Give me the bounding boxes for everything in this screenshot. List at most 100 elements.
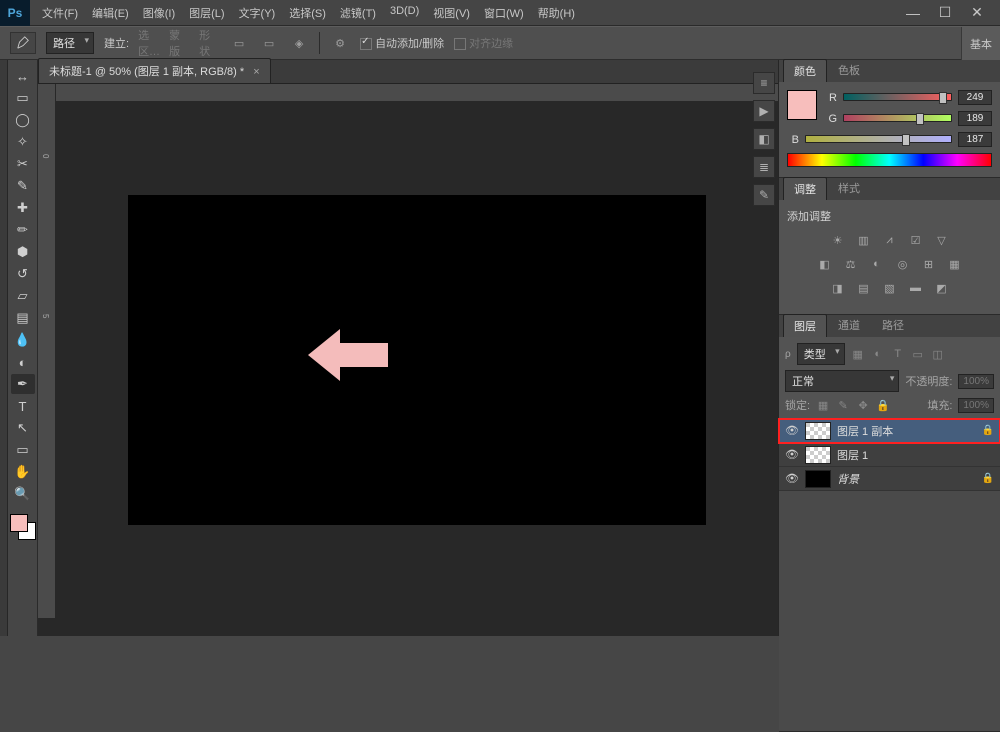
filter-smart-icon[interactable]: ◫ [931, 347, 945, 361]
blur-tool[interactable]: 💧 [11, 330, 35, 350]
make-selection-button[interactable]: 选区… [139, 34, 159, 52]
menu-window[interactable]: 窗口(W) [478, 1, 530, 25]
type-tool[interactable]: T [11, 396, 35, 416]
g-slider[interactable] [843, 114, 952, 124]
tab-channels[interactable]: 通道 [827, 313, 871, 337]
lock-transparent-icon[interactable]: ▦ [816, 398, 830, 412]
tab-swatches[interactable]: 色板 [827, 58, 871, 82]
collapsed-panel-icon[interactable]: ≡ [753, 72, 775, 94]
make-mask-button[interactable]: 蒙版 [169, 34, 189, 52]
canvas-viewport[interactable] [56, 102, 778, 618]
menu-type[interactable]: 文字(Y) [233, 1, 282, 25]
photo-filter-icon[interactable]: ◎ [895, 256, 911, 272]
tab-adjustments[interactable]: 调整 [783, 177, 827, 200]
layer-filter-dropdown[interactable]: 类型 [797, 343, 845, 365]
threshold-icon[interactable]: ▧ [882, 280, 898, 296]
opacity-value[interactable]: 100% [958, 374, 994, 389]
menu-layer[interactable]: 图层(L) [183, 1, 230, 25]
path-op-icon-1[interactable]: ▭ [229, 34, 249, 52]
lock-paint-icon[interactable]: ✎ [836, 398, 850, 412]
visibility-icon[interactable]: 👁 [785, 424, 799, 437]
g-value[interactable]: 189 [958, 111, 992, 126]
canvas[interactable] [128, 195, 706, 525]
document-tab[interactable]: 未标题-1 @ 50% (图层 1 副本, RGB/8) * × [38, 58, 271, 83]
posterize-icon[interactable]: ▤ [856, 280, 872, 296]
menu-image[interactable]: 图像(I) [137, 1, 181, 25]
make-shape-button[interactable]: 形状 [199, 34, 219, 52]
auto-add-delete-checkbox[interactable]: 自动添加/删除 [360, 35, 444, 51]
filter-shape-icon[interactable]: ▭ [911, 347, 925, 361]
layer-thumbnail[interactable] [805, 470, 831, 488]
menu-help[interactable]: 帮助(H) [532, 1, 581, 25]
collapsed-panel-icon[interactable]: ◧ [753, 128, 775, 150]
pen-mode-dropdown[interactable]: 路径 [46, 32, 94, 54]
menu-3d[interactable]: 3D(D) [384, 1, 425, 25]
hue-sat-icon[interactable]: ◧ [817, 256, 833, 272]
lasso-tool[interactable]: ◯ [11, 110, 35, 130]
gradient-map-icon[interactable]: ▬ [908, 280, 924, 296]
layer-thumbnail[interactable] [805, 446, 831, 464]
tab-styles[interactable]: 样式 [827, 176, 871, 200]
layer-name[interactable]: 背景 [837, 471, 976, 487]
path-op-icon-3[interactable]: ◈ [289, 34, 309, 52]
levels-icon[interactable]: ▥ [856, 232, 872, 248]
layer-row[interactable]: 👁 背景 🔒 [779, 467, 1000, 491]
healing-brush-tool[interactable]: ✚ [11, 198, 35, 218]
align-edges-checkbox[interactable]: 对齐边缘 [454, 35, 513, 51]
hand-tool[interactable]: ✋ [11, 462, 35, 482]
stamp-tool[interactable]: ⬢ [11, 242, 35, 262]
menu-edit[interactable]: 编辑(E) [86, 1, 135, 25]
crop-tool[interactable]: ✂ [11, 154, 35, 174]
marquee-tool[interactable]: ▭ [11, 88, 35, 108]
menu-view[interactable]: 视图(V) [427, 1, 476, 25]
shape-tool[interactable]: ▭ [11, 440, 35, 460]
filter-type-icon[interactable]: T [891, 347, 905, 361]
lookup-icon[interactable]: ▦ [947, 256, 963, 272]
layer-row[interactable]: 👁 图层 1 副本 🔒 [779, 419, 1000, 443]
maximize-button[interactable]: ☐ [936, 6, 954, 20]
color-preview[interactable] [787, 90, 817, 120]
history-brush-tool[interactable]: ↺ [11, 264, 35, 284]
collapsed-panel-icon[interactable]: ✎ [753, 184, 775, 206]
layer-name[interactable]: 图层 1 [837, 447, 994, 463]
color-balance-icon[interactable]: ⚖ [843, 256, 859, 272]
filter-adjust-icon[interactable]: ◐ [871, 347, 885, 361]
selective-color-icon[interactable]: ◩ [934, 280, 950, 296]
dodge-tool[interactable]: ◐ [11, 352, 35, 372]
gradient-tool[interactable]: ▤ [11, 308, 35, 328]
fill-value[interactable]: 100% [958, 398, 994, 413]
ruler-horizontal[interactable] [56, 84, 778, 102]
vibrance-icon[interactable]: ▽ [934, 232, 950, 248]
close-icon[interactable]: × [253, 66, 259, 78]
eraser-tool[interactable]: ▱ [11, 286, 35, 306]
layer-thumbnail[interactable] [805, 422, 831, 440]
minimize-button[interactable]: — [904, 6, 922, 20]
bw-icon[interactable]: ◐ [869, 256, 885, 272]
lock-all-icon[interactable]: 🔒 [876, 398, 890, 412]
layer-row[interactable]: 👁 图层 1 [779, 443, 1000, 467]
visibility-icon[interactable]: 👁 [785, 472, 799, 485]
move-tool[interactable]: ↔ [11, 66, 35, 86]
magic-wand-tool[interactable]: ✧ [11, 132, 35, 152]
brush-tool[interactable]: ✏ [11, 220, 35, 240]
tool-preset-picker[interactable] [10, 32, 36, 54]
invert-icon[interactable]: ◨ [830, 280, 846, 296]
path-select-tool[interactable]: ↖ [11, 418, 35, 438]
zoom-tool[interactable]: 🔍 [11, 484, 35, 504]
color-swatches[interactable] [10, 514, 36, 540]
collapsed-panel-icon[interactable]: ≣ [753, 156, 775, 178]
close-button[interactable]: ✕ [968, 6, 986, 20]
gear-icon[interactable]: ⚙ [330, 34, 350, 52]
menu-filter[interactable]: 滤镜(T) [334, 1, 382, 25]
curves-icon[interactable]: ⩘ [882, 232, 898, 248]
exposure-icon[interactable]: ☑ [908, 232, 924, 248]
ruler-vertical[interactable]: 0 5 [38, 84, 56, 618]
channel-mixer-icon[interactable]: ⊞ [921, 256, 937, 272]
menu-file[interactable]: 文件(F) [36, 1, 84, 25]
tab-color[interactable]: 颜色 [783, 59, 827, 82]
visibility-icon[interactable]: 👁 [785, 448, 799, 461]
foreground-color[interactable] [10, 514, 28, 532]
collapsed-panel-icon[interactable]: ▶ [753, 100, 775, 122]
lock-position-icon[interactable]: ✥ [856, 398, 870, 412]
pen-tool[interactable]: ✒ [11, 374, 35, 394]
